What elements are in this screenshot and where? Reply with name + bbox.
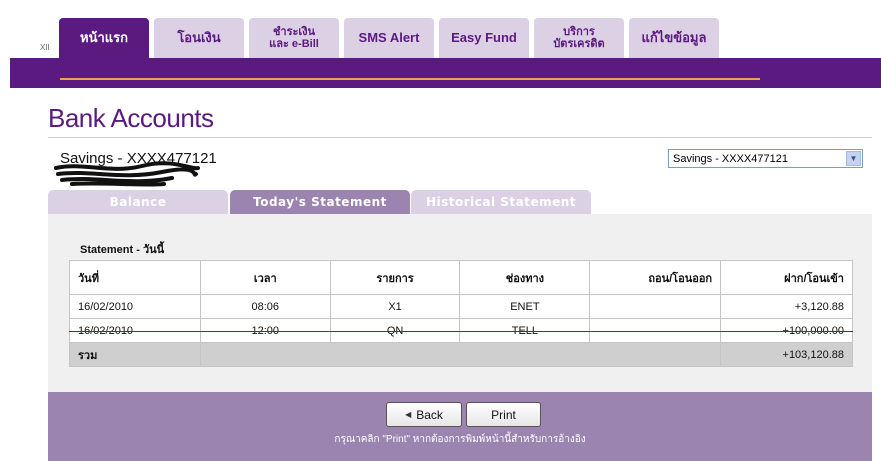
subtab-todays-statement-label: Today's Statement <box>253 195 387 209</box>
column-header-withdraw: ถอน/โอนออก <box>589 260 722 295</box>
subtab-historical-statement[interactable]: Historical Statement <box>411 190 591 214</box>
back-arrow-icon: ◀ <box>405 410 412 419</box>
nav-accent-line <box>60 78 760 80</box>
table-header-row: วันที่ เวลา รายการ ช่องทาง ถอน/โอนออก ฝา… <box>69 260 853 295</box>
back-button-label: Back <box>416 407 443 422</box>
table-total-row: รวม +103,120.88 <box>69 342 853 367</box>
cell-channel: ENET <box>459 294 591 319</box>
tab-home-label: หน้าแรก <box>80 30 128 45</box>
tab-sms-alert-label: SMS Alert <box>358 30 420 45</box>
column-header-channel: ช่องทาง <box>459 260 591 295</box>
cell-time: 08:06 <box>199 294 331 319</box>
column-header-date: วันที่ <box>69 260 201 295</box>
chevron-down-icon[interactable]: ▼ <box>846 151 861 166</box>
statement-title: Statement - วันนี้ <box>80 244 165 256</box>
total-spacer <box>199 342 722 367</box>
column-header-item: รายการ <box>329 260 461 295</box>
statement-table: วันที่ เวลา รายการ ช่องทาง ถอน/โอนออก ฝา… <box>69 260 853 367</box>
total-value: +103,120.88 <box>720 342 853 367</box>
total-label: รวม <box>69 342 201 367</box>
nav-purple-bar <box>10 58 881 88</box>
tab-edit-profile[interactable]: แก้ไขข้อมูล <box>629 18 719 58</box>
account-select-value: Savings - XXXX477121 <box>673 152 788 165</box>
print-button[interactable]: Print <box>466 402 541 427</box>
subtab-balance[interactable]: Balance <box>48 190 228 214</box>
subtab-balance-label: Balance <box>109 195 167 209</box>
tab-credit-card[interactable]: บริการ บัตรเครดิต <box>534 18 624 58</box>
cell-withdraw <box>589 294 722 319</box>
tab-bill-payment[interactable]: ชำระเงิน และ e-Bill <box>249 18 339 58</box>
table-row: 16/02/2010 08:06 X1 ENET +3,120.88 <box>69 294 853 319</box>
cell-date: 16/02/2010 <box>69 294 201 319</box>
subtab-todays-statement[interactable]: Today's Statement <box>230 190 410 214</box>
cell-item: X1 <box>329 294 461 319</box>
tab-credit-card-label: บริการ บัตรเครดิต <box>553 26 605 50</box>
tab-bill-payment-label: ชำระเงิน และ e-Bill <box>269 26 319 50</box>
print-button-label: Print <box>491 407 516 422</box>
cancelled-strike-line <box>69 331 853 332</box>
subtab-historical-statement-label: Historical Statement <box>425 195 577 209</box>
print-note: กรุณาคลิก "Print" หากต้องการพิมพ์หน้านี้… <box>334 434 586 445</box>
tab-easy-fund-label: Easy Fund <box>451 30 517 45</box>
column-header-time: เวลา <box>199 260 331 295</box>
tab-easy-fund[interactable]: Easy Fund <box>439 18 529 58</box>
tab-sms-alert[interactable]: SMS Alert <box>344 18 434 58</box>
column-header-deposit: ฝาก/โอนเข้า <box>720 260 853 295</box>
tab-home[interactable]: หน้าแรก <box>59 18 149 58</box>
tab-edit-profile-label: แก้ไขข้อมูล <box>641 30 707 45</box>
cell-deposit: +3,120.88 <box>720 294 853 319</box>
redaction-scribble <box>54 161 200 187</box>
nav-corner-text: XII <box>40 43 50 52</box>
page-title: Bank Accounts <box>48 103 214 133</box>
tab-transfer[interactable]: โอนเงิน <box>154 18 244 58</box>
account-select[interactable]: Savings - XXXX477121 ▼ <box>668 149 863 168</box>
back-button[interactable]: ◀ Back <box>386 402 462 427</box>
tab-transfer-label: โอนเงิน <box>177 30 221 45</box>
title-divider <box>48 137 872 138</box>
